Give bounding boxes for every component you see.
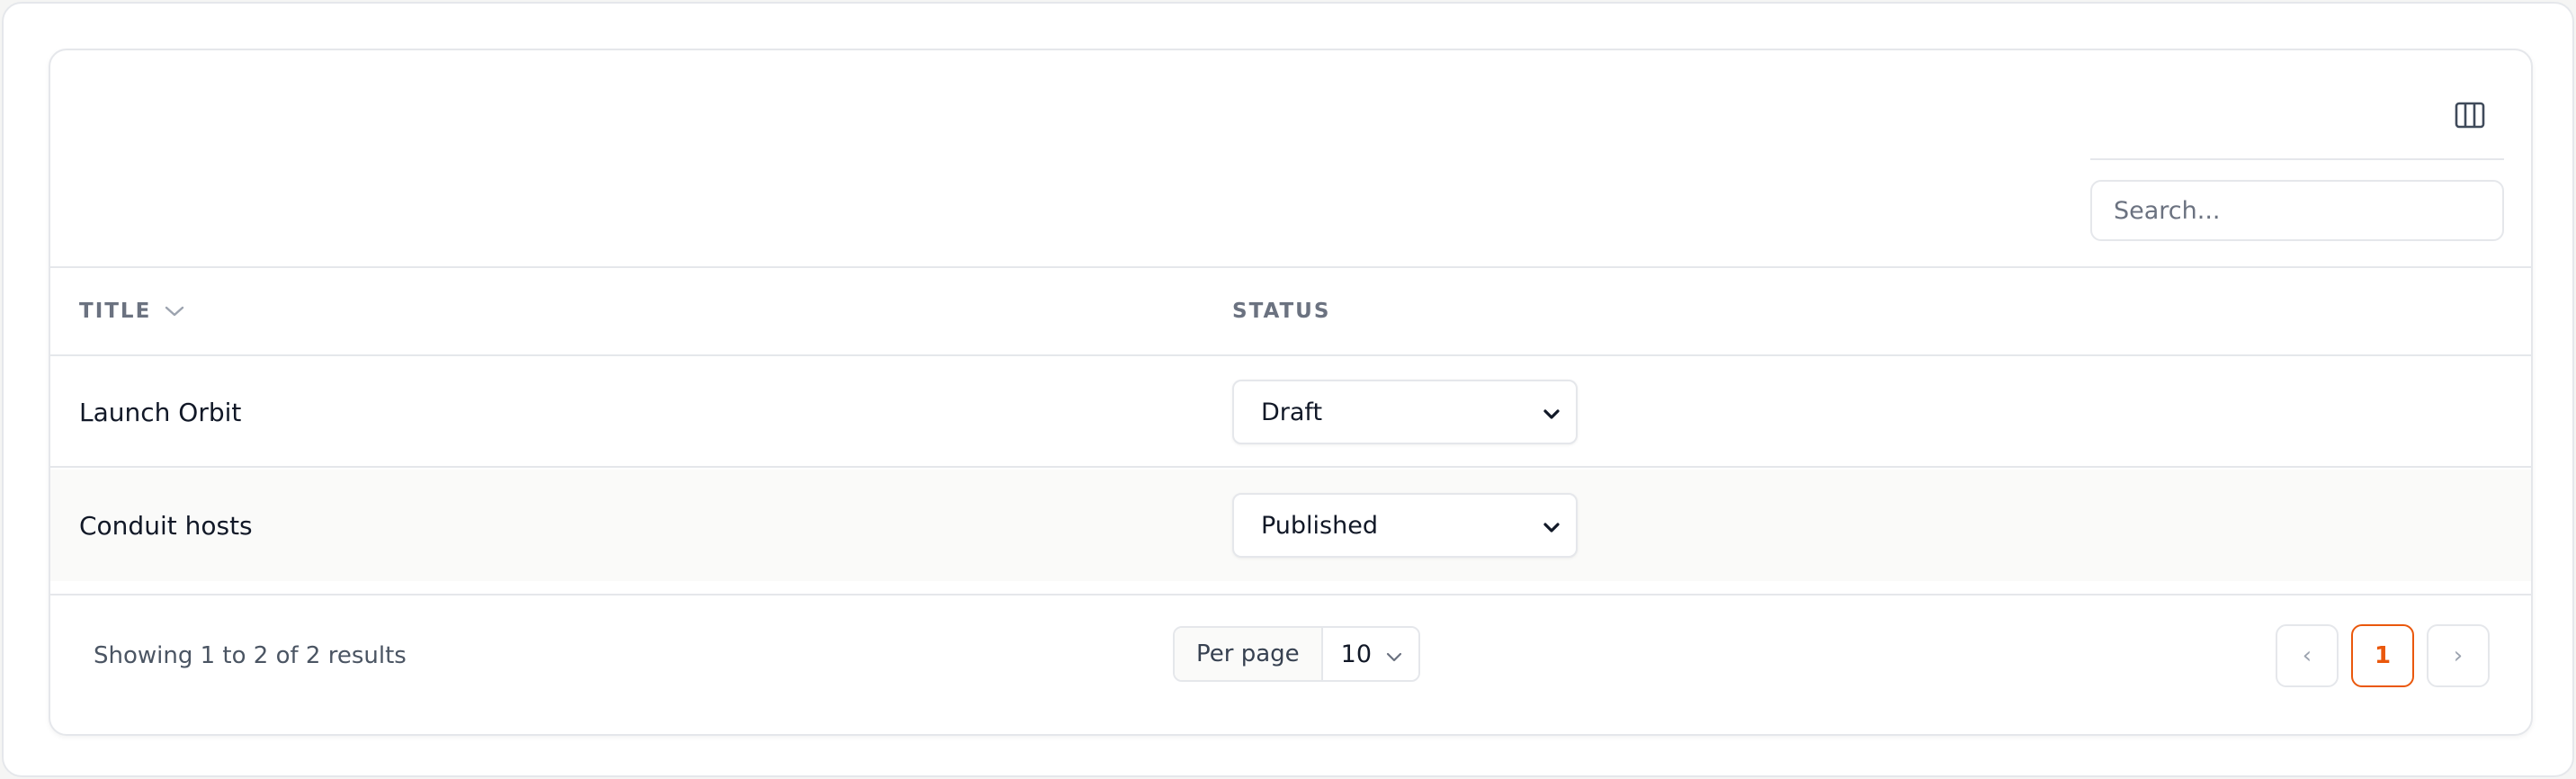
- row-title: Conduit hosts: [79, 510, 253, 541]
- pagination-prev-button[interactable]: ‹: [2276, 624, 2339, 687]
- columns-toggle-button[interactable]: [2445, 90, 2495, 140]
- status-select[interactable]: Published: [1232, 493, 1578, 558]
- page-frame: Title Status Launch Orbit Draft: [2, 2, 2574, 777]
- status-select[interactable]: Draft: [1232, 380, 1578, 444]
- column-header-title-label: Title: [79, 300, 152, 323]
- per-page-select[interactable]: 10: [1322, 628, 1418, 680]
- table-card: Title Status Launch Orbit Draft: [49, 49, 2533, 736]
- status-select-value: Published: [1261, 511, 1378, 540]
- table-header: Title Status: [50, 268, 2531, 356]
- table-footer: Showing 1 to 2 of 2 results Per page 10 …: [50, 594, 2531, 734]
- results-summary: Showing 1 to 2 of 2 results: [94, 642, 407, 669]
- chevron-down-icon: [1542, 516, 1561, 544]
- column-header-status-label: Status: [1232, 300, 1331, 323]
- toolbar-divider: [2090, 158, 2504, 160]
- chevron-down-icon: [1384, 646, 1404, 674]
- chevron-down-icon: [1542, 403, 1561, 431]
- pagination-page-1[interactable]: 1: [2351, 624, 2414, 687]
- per-page-value: 10: [1340, 640, 1372, 668]
- table-row: Launch Orbit Draft: [50, 356, 2531, 468]
- search-input[interactable]: [2090, 180, 2504, 241]
- column-header-status: Status: [1232, 268, 1330, 354]
- column-header-title[interactable]: Title: [79, 268, 185, 354]
- table-row: Conduit hosts Published: [50, 470, 2531, 581]
- per-page-label: Per page: [1175, 628, 1323, 680]
- per-page-control: Per page 10: [1173, 626, 1420, 682]
- chevron-down-icon: [164, 305, 185, 318]
- row-title: Launch Orbit: [79, 397, 242, 427]
- status-select-value: Draft: [1261, 398, 1323, 426]
- table-toolbar: [50, 50, 2531, 268]
- pagination-next-button[interactable]: ›: [2427, 624, 2490, 687]
- columns-icon: [2455, 102, 2485, 129]
